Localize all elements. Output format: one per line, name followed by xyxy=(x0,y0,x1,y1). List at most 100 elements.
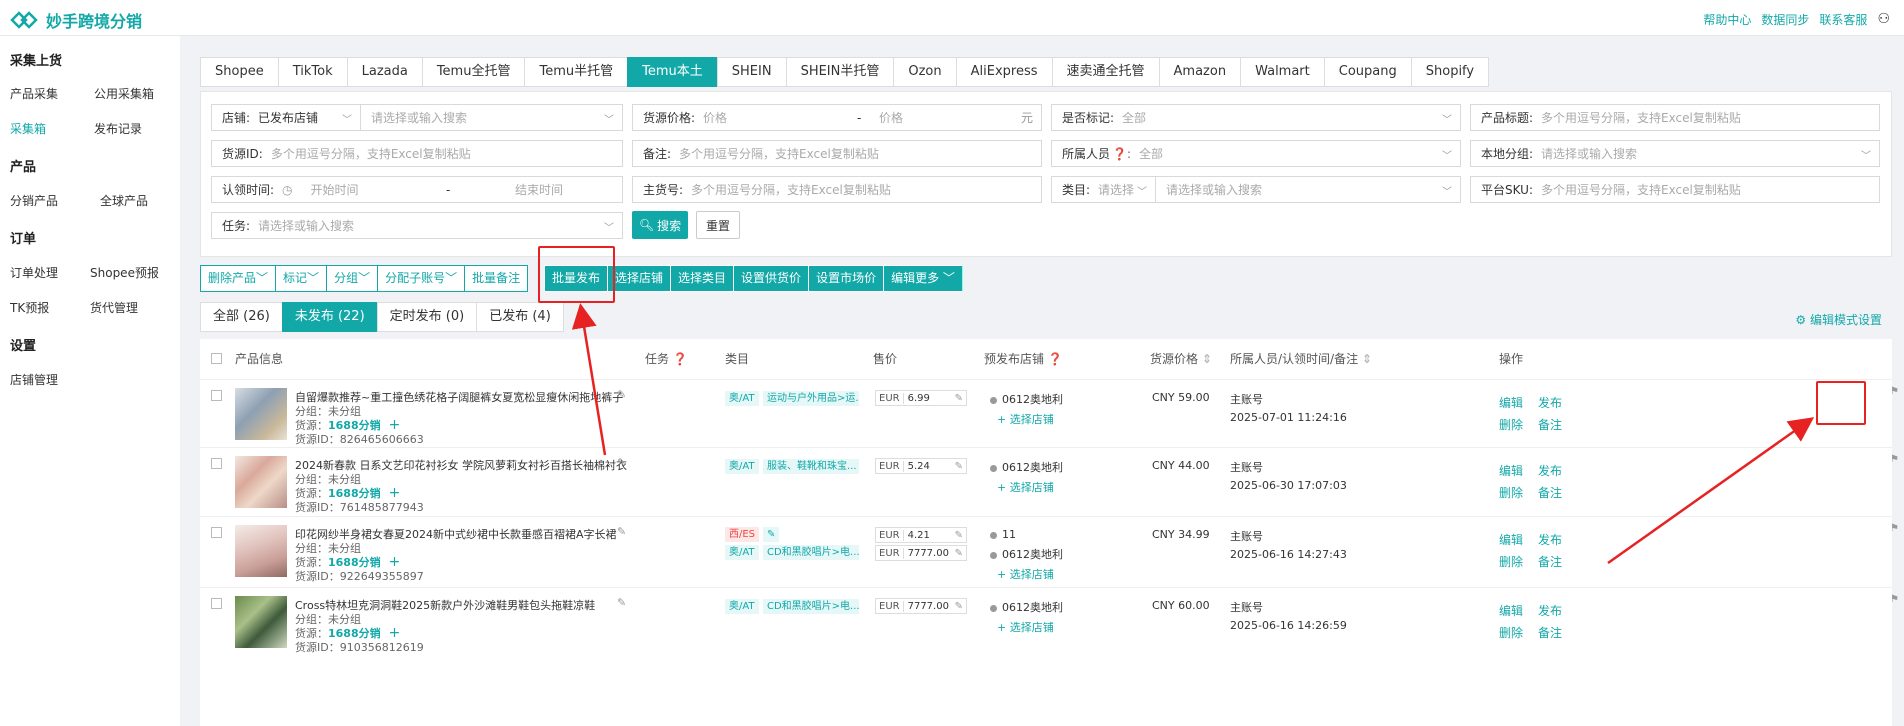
tab-lazada[interactable]: Lazada xyxy=(346,57,422,87)
tab-aliexpress-full[interactable]: 速卖通全托管 xyxy=(1051,57,1159,87)
price-input[interactable]: EUR 5.24 ✎ xyxy=(875,458,967,474)
sidebar-item-distribution-products[interactable]: 分销产品 xyxy=(10,192,58,209)
task-select[interactable]: 任务: 请选择或输入搜索 ﹀ xyxy=(211,212,623,239)
sidebar-item-global-products[interactable]: 全球产品 xyxy=(100,192,148,209)
search-button[interactable]: 🔍︎ 搜索 xyxy=(632,211,688,239)
category-search-input[interactable]: 请选择或输入搜索 ﹀ xyxy=(1155,176,1461,203)
tab-amazon[interactable]: Amazon xyxy=(1158,57,1241,87)
platform-sku-input[interactable]: 平台SKU: 多个用逗号分隔，支持Excel复制粘贴 xyxy=(1470,176,1880,203)
edit-icon[interactable]: ✎ xyxy=(617,525,626,538)
set-supply-price-button[interactable]: 设置供货价 xyxy=(733,265,810,292)
publish-button[interactable]: 发布 xyxy=(1538,394,1562,411)
sidebar-item-shopee-forecast[interactable]: Shopee预报 xyxy=(90,264,159,281)
edit-button[interactable]: 编辑 xyxy=(1499,602,1523,619)
tab-status-all[interactable]: 全部 (26) xyxy=(200,302,283,332)
delete-button[interactable]: 删除 xyxy=(1499,484,1523,501)
col-owner-time-note[interactable]: 所属人员/认领时间/备注 ⇕ xyxy=(1230,339,1372,379)
tab-shopee[interactable]: Shopee xyxy=(200,57,278,87)
tab-status-unpublished[interactable]: 未发布 (22) xyxy=(281,302,378,332)
category-select[interactable]: 类目: 请选择 ﹀ xyxy=(1051,176,1156,203)
product-image[interactable] xyxy=(235,596,287,648)
app-logo[interactable]: 妙手跨境分销 xyxy=(10,8,142,32)
category-tag[interactable]: CD和黑胶唱片>电... xyxy=(763,545,859,560)
price-input[interactable]: EUR 4.21 ✎ xyxy=(875,527,967,543)
category-tag[interactable]: 运动与户外用品>运... xyxy=(763,391,859,406)
shop-select[interactable]: 店铺: 已发布店铺 ﹀ xyxy=(211,104,361,131)
edit-button[interactable]: 编辑 xyxy=(1499,394,1523,411)
select-shop-link[interactable]: + 选择店铺 xyxy=(997,411,1054,427)
flag-icon[interactable]: ⚑ xyxy=(1890,454,1899,465)
sidebar-item-order-processing[interactable]: 订单处理 xyxy=(10,264,58,281)
claim-time-range[interactable]: 认领时间: ◷ 开始时间 - 结束时间 xyxy=(211,176,623,203)
flag-icon[interactable]: ⚑ xyxy=(1890,386,1899,397)
note-button[interactable]: 备注 xyxy=(1538,624,1562,641)
batch-note-button[interactable]: 批量备注 xyxy=(464,265,529,292)
data-sync-link[interactable]: 数据同步 xyxy=(1761,11,1809,28)
select-all-checkbox[interactable] xyxy=(211,353,222,364)
main-sku-input[interactable]: 主货号: 多个用逗号分隔，支持Excel复制粘贴 xyxy=(632,176,1042,203)
row-checkbox[interactable] xyxy=(211,598,222,609)
tab-shopify[interactable]: Shopify xyxy=(1410,57,1490,87)
user-icon[interactable]: ⚇ xyxy=(1877,11,1890,28)
tab-temu-semi[interactable]: Temu半托管 xyxy=(524,57,628,87)
source-id-input[interactable]: 货源ID: 多个用逗号分隔，支持Excel复制粘贴 xyxy=(211,140,623,167)
edit-icon[interactable]: ✎ xyxy=(763,527,780,542)
local-group-select[interactable]: 本地分组: 请选择或输入搜索 ﹀ xyxy=(1470,140,1880,167)
select-shop-link[interactable]: + 选择店铺 xyxy=(997,479,1054,495)
row-checkbox[interactable] xyxy=(211,390,222,401)
row-checkbox[interactable] xyxy=(211,527,222,538)
tab-shein[interactable]: SHEIN xyxy=(716,57,786,87)
price-max-input[interactable]: 价格 xyxy=(879,109,903,126)
category-tag[interactable]: 服装、鞋靴和珠宝... xyxy=(763,459,859,474)
sidebar-item-publish-records[interactable]: 发布记录 xyxy=(94,120,142,137)
edit-more-button[interactable]: 编辑更多 ﹀ xyxy=(883,265,963,292)
product-image[interactable] xyxy=(235,456,287,508)
tab-coupang[interactable]: Coupang xyxy=(1323,57,1411,87)
col-source-price[interactable]: 货源价格 ⇕ xyxy=(1150,339,1212,379)
tab-aliexpress[interactable]: AliExpress xyxy=(955,57,1052,87)
sidebar-item-product-collect[interactable]: 产品采集 xyxy=(10,85,58,102)
help-center-link[interactable]: 帮助中心 xyxy=(1703,11,1751,28)
edit-icon[interactable]: ✎ xyxy=(617,596,626,609)
note-input[interactable]: 备注: 多个用逗号分隔，支持Excel复制粘贴 xyxy=(632,140,1042,167)
product-title-input[interactable]: 产品标题: 多个用逗号分隔，支持Excel复制粘贴 xyxy=(1470,104,1880,131)
tab-shein-semi[interactable]: SHEIN半托管 xyxy=(785,57,894,87)
source-price-range[interactable]: 货源价格: 价格 - 价格 元 xyxy=(632,104,1042,131)
product-image[interactable] xyxy=(235,388,287,440)
price-input[interactable]: EUR 7777.00 ✎ xyxy=(875,545,967,561)
edit-button[interactable]: 编辑 xyxy=(1499,462,1523,479)
edit-icon[interactable]: ✎ xyxy=(617,456,626,469)
flag-icon[interactable]: ⚑ xyxy=(1890,594,1899,605)
mark-button[interactable]: 标记﹀ xyxy=(275,265,328,292)
set-market-price-button[interactable]: 设置市场价 xyxy=(808,265,885,292)
publish-button[interactable]: 发布 xyxy=(1538,462,1562,479)
product-image[interactable] xyxy=(235,525,287,577)
row-checkbox[interactable] xyxy=(211,458,222,469)
end-time-input[interactable]: 结束时间 xyxy=(515,181,563,198)
tab-status-published[interactable]: 已发布 (4) xyxy=(476,302,564,332)
delete-products-button[interactable]: 删除产品﹀ xyxy=(200,265,277,292)
sidebar-item-tk-forecast[interactable]: TK预报 xyxy=(10,299,49,316)
select-category-button[interactable]: 选择类目 xyxy=(670,265,735,292)
delete-button[interactable]: 删除 xyxy=(1499,624,1523,641)
contact-support-link[interactable]: 联系客服 xyxy=(1819,11,1867,28)
start-time-input[interactable]: 开始时间 xyxy=(311,181,359,198)
price-input[interactable]: EUR 7777.00 ✎ xyxy=(875,598,967,614)
edit-mode-settings-link[interactable]: ⚙ 编辑模式设置 xyxy=(1795,311,1882,328)
publish-button[interactable]: 发布 xyxy=(1538,531,1562,548)
sidebar-item-freight-management[interactable]: 货代管理 xyxy=(90,299,138,316)
flag-icon[interactable]: ⚑ xyxy=(1890,523,1899,534)
tab-tiktok[interactable]: TikTok xyxy=(277,57,347,87)
shop-search-input[interactable]: 请选择或输入搜索 ﹀ xyxy=(360,104,623,131)
sidebar-item-shop-management[interactable]: 店铺管理 xyxy=(10,371,58,388)
tab-walmart[interactable]: Walmart xyxy=(1240,57,1324,87)
tab-status-scheduled[interactable]: 定时发布 (0) xyxy=(376,302,478,332)
note-button[interactable]: 备注 xyxy=(1538,484,1562,501)
reset-button[interactable]: 重置 xyxy=(696,211,740,239)
sidebar-item-collect-box[interactable]: 采集箱 xyxy=(10,120,46,137)
edit-icon[interactable]: ✎ xyxy=(617,388,626,401)
tab-temu-full[interactable]: Temu全托管 xyxy=(421,57,525,87)
note-button[interactable]: 备注 xyxy=(1538,553,1562,570)
price-input[interactable]: EUR 6.99 ✎ xyxy=(875,390,967,406)
publish-button[interactable]: 发布 xyxy=(1538,602,1562,619)
